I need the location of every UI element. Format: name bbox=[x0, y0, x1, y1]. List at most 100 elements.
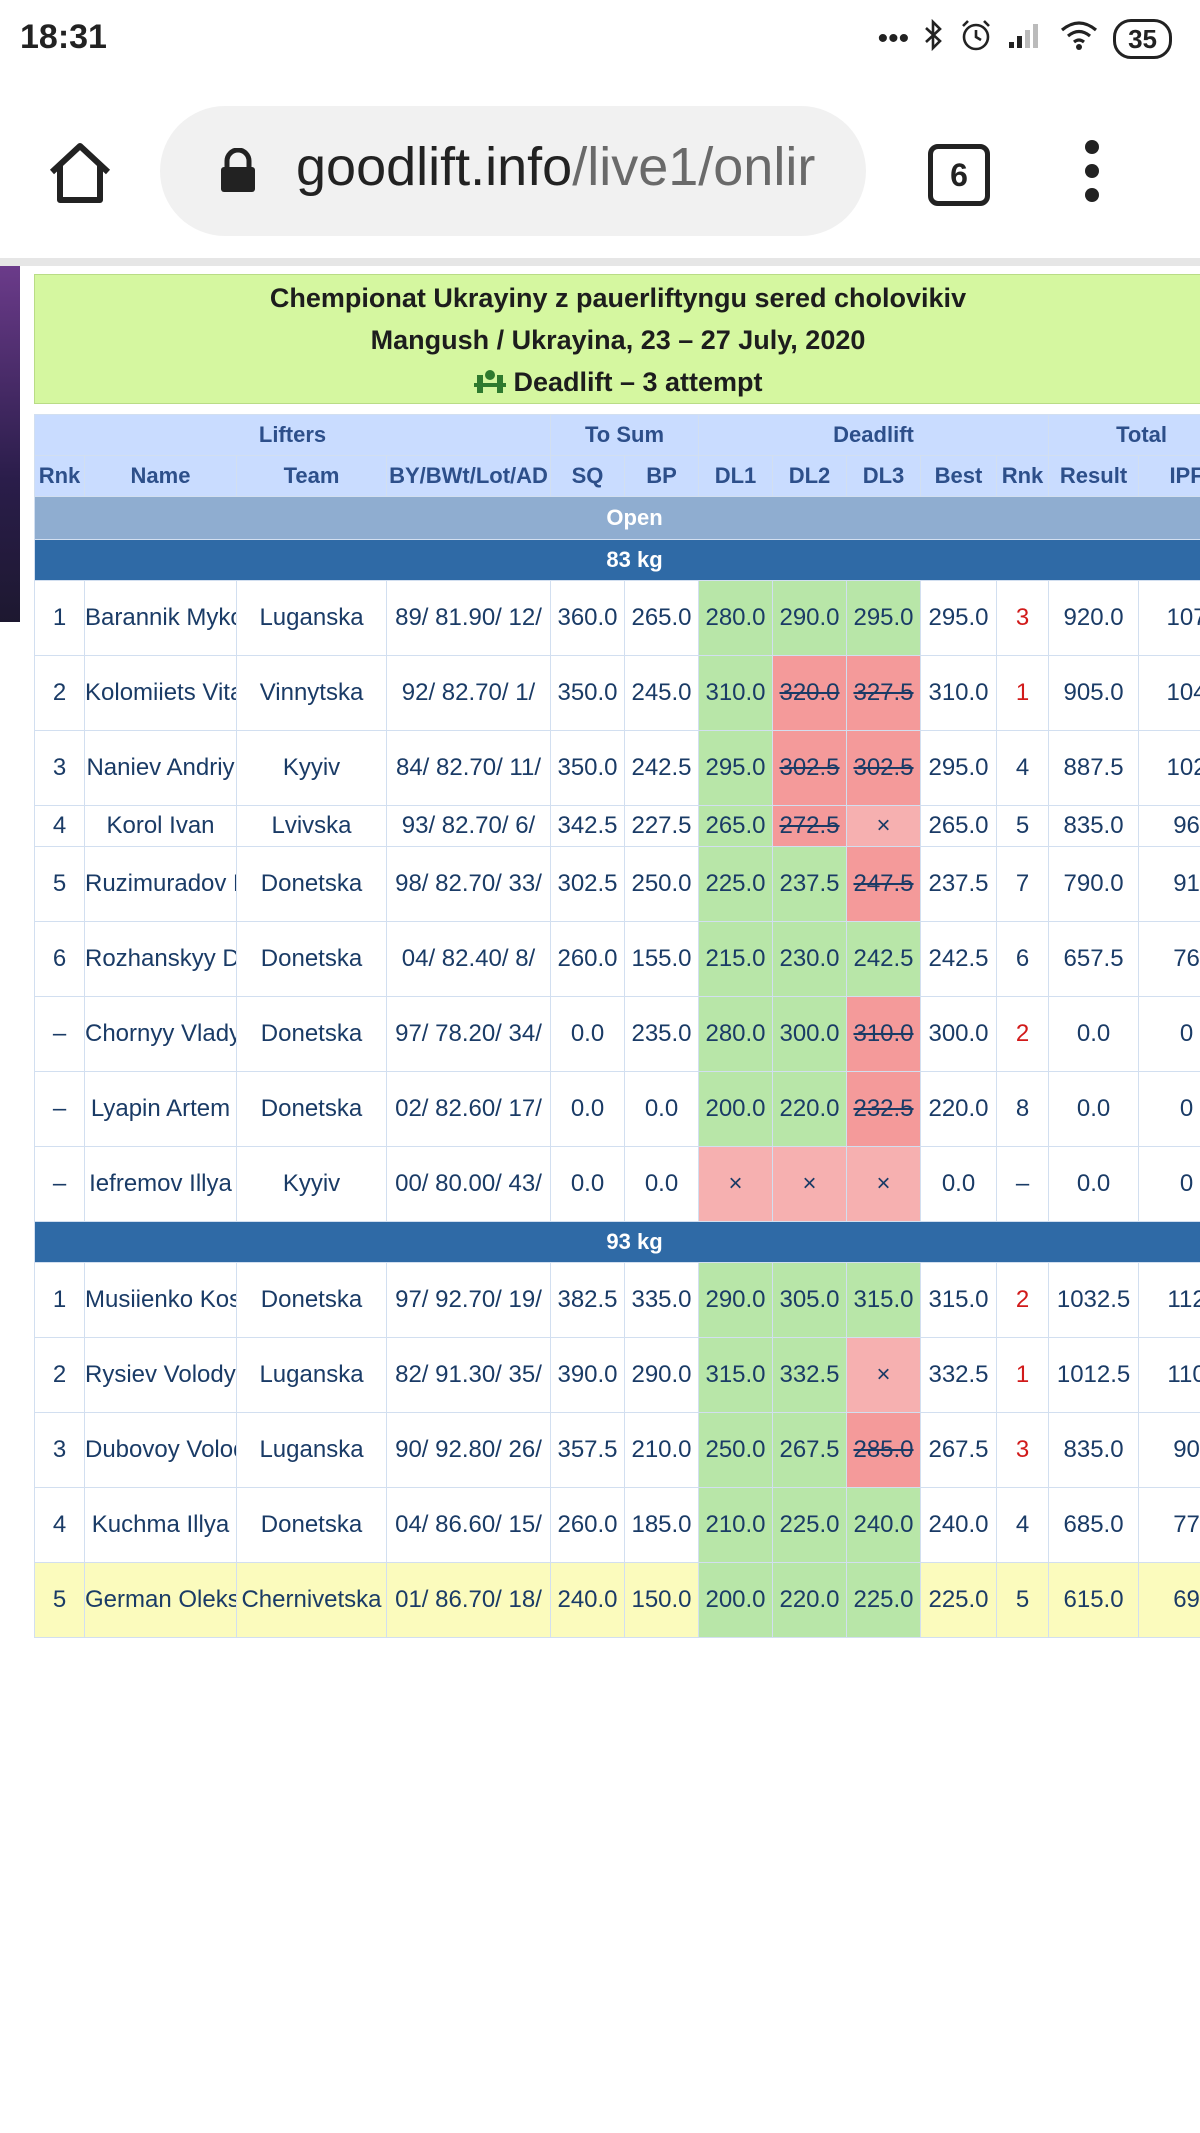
deadlift-1-cell: 310.0 bbox=[698, 655, 773, 731]
lifter-row[interactable]: –Chornyy Vladyslav Donetska 97/ 78.20/ 34/… bbox=[34, 996, 1200, 1072]
team-value: Vinnytska bbox=[259, 679, 364, 706]
deadlift-2-value: 305.0 bbox=[779, 1286, 840, 1313]
team-cell: Vinnytska bbox=[236, 655, 387, 731]
deadlift-1-cell: 200.0 bbox=[698, 1071, 773, 1147]
deadlift-1-cell: 250.0 bbox=[698, 1412, 773, 1488]
deadlift-rank-value: 1 bbox=[1015, 679, 1030, 706]
lifter-row[interactable]: 5 German OleksandrChernivetska 01/ 86.70/ … bbox=[34, 1562, 1200, 1638]
total-result-value: 0.0 bbox=[1076, 1095, 1111, 1122]
address-bar[interactable]: goodlift.info/live1/onlir bbox=[160, 106, 866, 236]
ipf-points-value: 104 bbox=[1166, 679, 1200, 706]
weight-class-row: 93 kg bbox=[33, 1221, 1200, 1263]
best-deadlift-value: 267.5 bbox=[928, 1436, 989, 1463]
column-header: Name bbox=[84, 455, 237, 497]
deadlift-rank-value: 5 bbox=[1015, 812, 1030, 839]
rank-cell: – bbox=[34, 1146, 85, 1222]
side-image bbox=[0, 266, 20, 622]
best-deadlift-cell: 220.0 bbox=[920, 1071, 997, 1147]
rank-value: 5 bbox=[52, 870, 67, 897]
best-deadlift-value: 240.0 bbox=[928, 1511, 989, 1538]
column-header: DL2 bbox=[772, 455, 847, 497]
deadlift-2-cell: 220.0 bbox=[772, 1562, 847, 1638]
total-result-cell: 615.0 bbox=[1048, 1562, 1140, 1638]
barbell-icon bbox=[474, 370, 507, 393]
lifter-row[interactable]: – Lyapin Artem Donetska 02/ 82.60/ 17/0.0 0.… bbox=[34, 1071, 1200, 1147]
ipf-points-value: 102 bbox=[1166, 754, 1200, 781]
lifter-name-cell: Naniev Andriy bbox=[84, 730, 237, 806]
lifter-row[interactable]: 4 Kuchma Illya Donetska 04/ 86.60/ 15/260.0… bbox=[34, 1487, 1200, 1563]
lifter-info-value: 00/ 80.00/ 43/ bbox=[395, 1170, 542, 1197]
deadlift-rank-value: 6 bbox=[1015, 945, 1030, 972]
lifter-row[interactable]: 4 Korol Ivan Lvivska 93/ 82.70/ 6/342.5 227.… bbox=[34, 805, 1200, 847]
lifter-row[interactable]: 5 Ruzimuradov Ruslan Donetska 98/ 82.70/ 33… bbox=[34, 846, 1200, 922]
deadlift-2-value: × bbox=[802, 1170, 817, 1197]
rank-cell: 4 bbox=[34, 805, 85, 847]
squat-cell: 240.0 bbox=[550, 1562, 625, 1638]
bench-value: 155.0 bbox=[631, 945, 692, 972]
bench-cell: 227.5 bbox=[624, 805, 699, 847]
best-deadlift-cell: 240.0 bbox=[920, 1487, 997, 1563]
squat-value: 342.5 bbox=[557, 812, 618, 839]
lifter-row[interactable]: 2 Kolomiiets Vitaliy Vinnytska 92/ 82.70/ 1… bbox=[34, 655, 1200, 731]
deadlift-3-cell: 285.0 bbox=[846, 1412, 921, 1488]
division-label: Open bbox=[33, 496, 1200, 540]
tab-switcher-button[interactable]: 6 bbox=[928, 144, 990, 206]
deadlift-1-value: 250.0 bbox=[705, 1436, 766, 1463]
bench-value: 150.0 bbox=[631, 1586, 692, 1613]
lifter-row[interactable]: 1 Barannik Mykola Luganska 89/ 81.90/ 12/36… bbox=[34, 580, 1200, 656]
team-value: Kyyiv bbox=[282, 1170, 341, 1197]
best-deadlift-value: 0.0 bbox=[941, 1170, 976, 1197]
total-result-cell: 835.0 bbox=[1048, 805, 1140, 847]
deadlift-3-value: 310.0 bbox=[853, 1020, 914, 1047]
team-value: Luganska bbox=[259, 1436, 364, 1463]
lifter-info-value: 97/ 92.70/ 19/ bbox=[395, 1286, 542, 1313]
rank-value: – bbox=[52, 1095, 67, 1122]
lifter-row[interactable]: 3 Naniev Andriy Kyyiv 84/ 82.70/ 11/350.0 24… bbox=[34, 730, 1200, 806]
bench-value: 250.0 bbox=[631, 870, 692, 897]
lifter-name-value: Kolomiiets Vitaliy bbox=[85, 679, 236, 706]
deadlift-rank-cell: 1 bbox=[995, 1337, 1050, 1413]
lifter-row[interactable]: 6 Rozhanskyy Dmytro Donetska 04/ 82.40/ 8/2… bbox=[34, 921, 1200, 997]
overflow-menu-button[interactable] bbox=[1080, 140, 1104, 204]
lifter-row[interactable]: 3 Dubovoy Volodymyr Luganska 90/ 92.80/ 26/… bbox=[34, 1412, 1200, 1488]
team-value: Luganska bbox=[259, 1361, 364, 1388]
deadlift-2-cell: 230.0 bbox=[772, 921, 847, 997]
lifter-row[interactable]: 2 Rysiev Volodymyr Luganska 82/ 91.30/ 35/3… bbox=[34, 1337, 1200, 1413]
best-deadlift-cell: 295.0 bbox=[920, 580, 997, 656]
lifter-row[interactable]: 1 Musiienko Kostyantyn Donetska 97/ 92.70/ … bbox=[34, 1262, 1200, 1338]
team-value: Donetska bbox=[260, 945, 363, 972]
deadlift-2-cell: 267.5 bbox=[772, 1412, 847, 1488]
deadlift-rank-value: 1 bbox=[1015, 1361, 1030, 1388]
ipf-points-value: 0 bbox=[1179, 1095, 1194, 1122]
deadlift-3-value: × bbox=[876, 812, 891, 839]
home-button[interactable] bbox=[44, 138, 116, 210]
deadlift-1-cell: 290.0 bbox=[698, 1262, 773, 1338]
best-deadlift-value: 332.5 bbox=[928, 1361, 989, 1388]
competition-title: Chempionat Ukrayiny z pauerliftyngu sere… bbox=[269, 283, 967, 313]
lifter-info-cell: 82/ 91.30/ 35/ bbox=[386, 1337, 551, 1413]
best-deadlift-cell: 315.0 bbox=[920, 1262, 997, 1338]
bench-cell: 210.0 bbox=[624, 1412, 699, 1488]
bench-cell: 150.0 bbox=[624, 1562, 699, 1638]
deadlift-2-value: 220.0 bbox=[779, 1095, 840, 1122]
best-deadlift-cell: 310.0 bbox=[920, 655, 997, 731]
total-result-cell: 685.0 bbox=[1048, 1487, 1140, 1563]
bluetooth-icon bbox=[923, 18, 945, 59]
ipf-points-value: 91 bbox=[1173, 870, 1200, 897]
deadlift-2-value: 332.5 bbox=[779, 1361, 840, 1388]
deadlift-2-value: 300.0 bbox=[779, 1020, 840, 1047]
deadlift-rank-cell: 7 bbox=[995, 846, 1050, 922]
deadlift-1-value: 215.0 bbox=[705, 945, 766, 972]
deadlift-2-value: 320.0 bbox=[779, 679, 840, 706]
lifter-info-value: 02/ 82.60/ 17/ bbox=[395, 1095, 542, 1122]
squat-value: 260.0 bbox=[557, 1511, 618, 1538]
column-header: DL1 bbox=[698, 455, 773, 497]
ipf-points-value: 110 bbox=[1167, 1361, 1200, 1388]
lifter-info-value: 98/ 82.70/ 33/ bbox=[395, 870, 542, 897]
deadlift-3-cell: 295.0 bbox=[846, 580, 921, 656]
lifter-row[interactable]: – Iefremov Illya Kyyiv 00/ 80.00/ 43/0.0 0.0… bbox=[34, 1146, 1200, 1222]
best-deadlift-cell: 300.0 bbox=[920, 996, 997, 1072]
column-header: Rnk bbox=[995, 455, 1050, 497]
deadlift-rank-cell: – bbox=[995, 1146, 1050, 1222]
alarm-icon bbox=[959, 18, 993, 60]
